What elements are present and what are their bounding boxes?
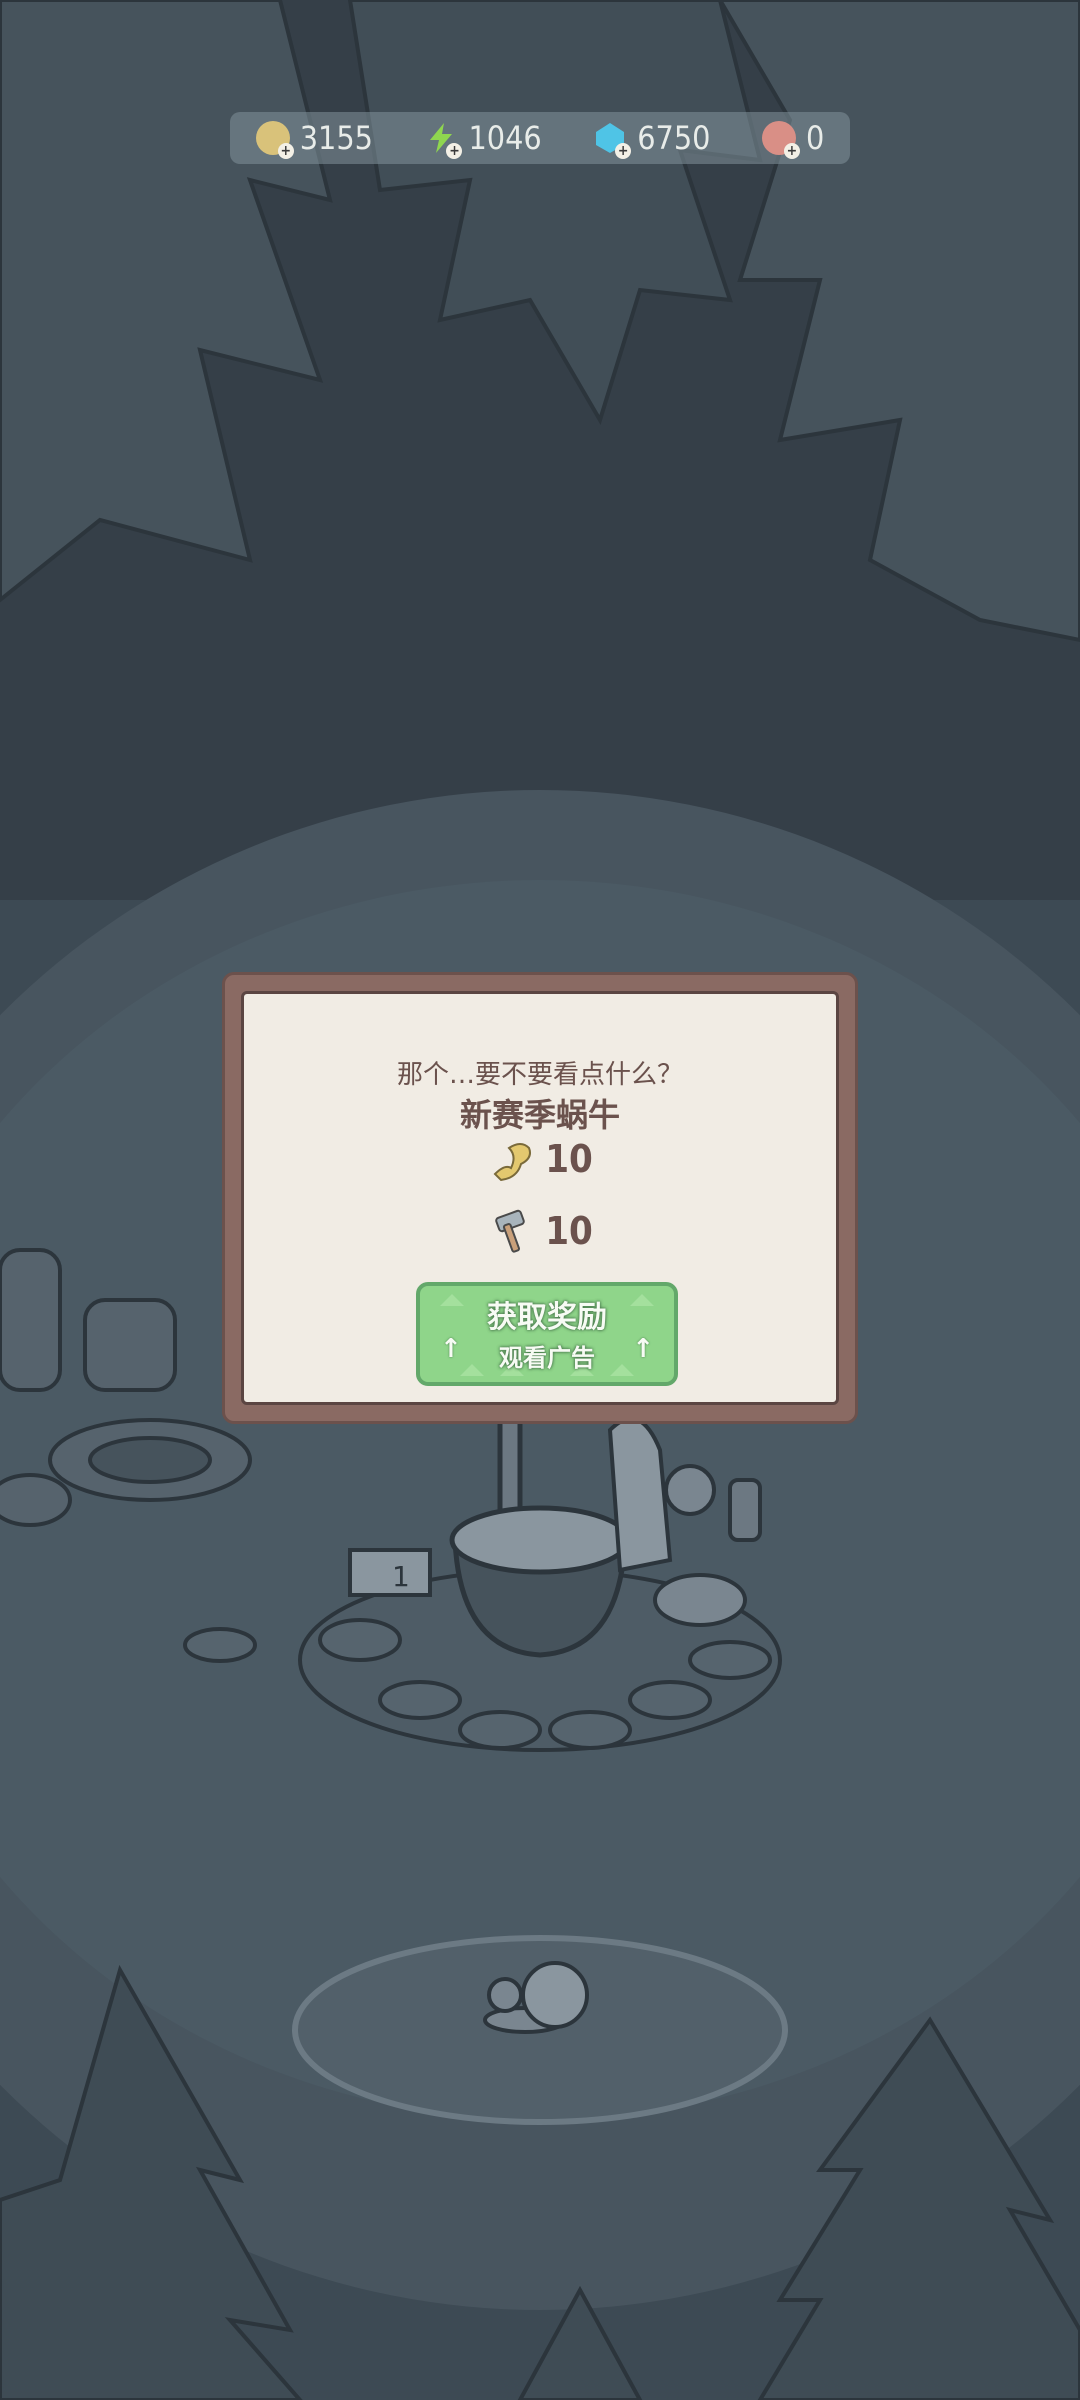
resource-bar: + 3155 + 1046 + 6750 + 0 bbox=[230, 112, 850, 164]
watch-ad-label: 观看广告 bbox=[499, 1344, 595, 1372]
lightning-icon: + bbox=[424, 121, 463, 159]
reward-amount: 10 bbox=[545, 1137, 593, 1181]
dialog-question: 那个…要不要看点什么？ bbox=[396, 1060, 683, 1090]
fungus-icon bbox=[493, 1143, 532, 1182]
shell-icon: + bbox=[761, 121, 800, 159]
shells-value: 0 bbox=[805, 119, 825, 157]
watch-ad-claim-button[interactable]: ↑ ↑ 获取奖励 观看广告 bbox=[416, 1282, 678, 1386]
sign-number: 1 bbox=[392, 1560, 410, 1593]
coin-icon: + bbox=[255, 121, 294, 159]
coins-counter[interactable]: + 3155 bbox=[255, 119, 373, 159]
hammer-icon bbox=[495, 1209, 525, 1253]
reward-item: 10 bbox=[244, 1206, 836, 1256]
reward-dialog-panel: 那个…要不要看点什么？ 新赛季蜗牛 10 10 ↑ ↑ 获取奖励 观看广告 bbox=[241, 991, 839, 1405]
claim-reward-label: 获取奖励 bbox=[487, 1300, 607, 1335]
energy-value: 1046 bbox=[468, 119, 542, 157]
reward-dialog: 那个…要不要看点什么？ 新赛季蜗牛 10 10 ↑ ↑ 获取奖励 观看广告 bbox=[222, 972, 858, 1424]
gem-icon: + bbox=[593, 121, 632, 159]
coins-value: 3155 bbox=[299, 119, 373, 157]
energy-counter[interactable]: + 1046 bbox=[424, 119, 542, 159]
reward-item: 10 bbox=[244, 1134, 836, 1184]
shells-counter[interactable]: + 0 bbox=[761, 119, 825, 159]
reward-amount: 10 bbox=[545, 1209, 593, 1253]
gems-value: 6750 bbox=[637, 119, 711, 157]
gems-counter[interactable]: + 6750 bbox=[593, 119, 711, 159]
dialog-title: 新赛季蜗牛 bbox=[459, 1096, 620, 1134]
